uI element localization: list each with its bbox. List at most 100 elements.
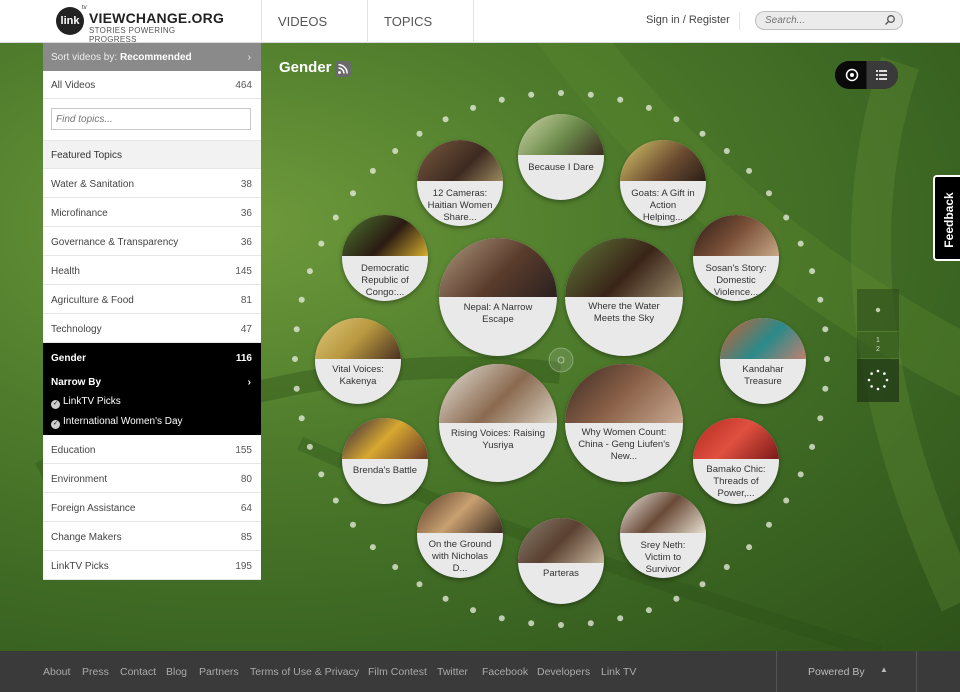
- account-links: Sign in / Register: [646, 14, 730, 26]
- video-thumbnail: [417, 492, 503, 534]
- video-title: Bamako Chic: Threads of Power,...: [706, 464, 766, 499]
- footer-link-about[interactable]: About: [43, 666, 70, 678]
- topic-label: LinkTV Picks: [51, 561, 109, 572]
- topic-count: 36: [240, 208, 252, 219]
- sort-selector[interactable]: Sort videos by: Recommended ›: [43, 43, 261, 71]
- narrow-by-label: Narrow By: [51, 377, 102, 388]
- all-videos-label: All Videos: [51, 80, 96, 91]
- powered-by-toggle[interactable]: Powered By ▲: [776, 651, 917, 692]
- footer-link-contact[interactable]: Contact: [120, 666, 156, 678]
- list-view-button[interactable]: [867, 61, 898, 89]
- video-bubble[interactable]: Democratic Republic of Congo:...: [342, 215, 428, 301]
- narrow-item[interactable]: ✓ International Women's Day: [51, 411, 253, 431]
- logo-name: VIEWCHANGE.ORG: [89, 10, 225, 26]
- video-thumbnail: [518, 114, 604, 156]
- topic-item[interactable]: Water & Sanitation 38: [43, 169, 261, 198]
- topic-count: 145: [235, 266, 252, 277]
- topic-item[interactable]: Health 145: [43, 256, 261, 285]
- chevron-right-icon: ›: [247, 377, 251, 388]
- next-page-button[interactable]: [857, 359, 899, 402]
- topic-label: Microfinance: [51, 208, 108, 219]
- topic-item[interactable]: Education 155: [43, 435, 261, 464]
- topic-item[interactable]: Technology 47: [43, 314, 261, 343]
- video-bubble[interactable]: On the Ground with Nicholas D...: [417, 492, 503, 578]
- circle-view-icon: [845, 68, 859, 82]
- sort-label: Sort videos by:: [51, 52, 118, 63]
- video-bubble[interactable]: Why Women Count: China - Geng Liufen's N…: [565, 364, 683, 482]
- checkbox-icon: ✓: [51, 420, 60, 429]
- video-bubble[interactable]: Rising Voices: Raising Yusriya: [439, 364, 557, 482]
- all-videos-row[interactable]: All Videos 464: [43, 71, 261, 99]
- footer-link-film-contest[interactable]: Film Contest: [368, 666, 427, 678]
- video-bubble[interactable]: Goats: A Gift in Action Helping...: [620, 140, 706, 226]
- topic-item[interactable]: Agriculture & Food 81: [43, 285, 261, 314]
- video-title: Rising Voices: Raising Yusriya: [450, 428, 545, 451]
- footer-link-facebook[interactable]: Facebook: [482, 666, 528, 678]
- video-bubble[interactable]: 12 Cameras: Haitian Women Share...: [417, 140, 503, 226]
- featured-topics-heading: Featured Topics: [43, 141, 261, 169]
- video-bubble[interactable]: Parteras: [518, 518, 604, 604]
- site-header: link tv VIEWCHANGE.ORG STORIES POWERING …: [0, 0, 960, 44]
- narrow-item-label: LinkTV Picks: [63, 396, 121, 407]
- topic-count: 155: [235, 445, 252, 456]
- topic-label: Water & Sanitation: [51, 179, 135, 190]
- nav-videos[interactable]: VIDEOS: [278, 14, 327, 29]
- topic-label: Education: [51, 445, 96, 456]
- footer-link-blog[interactable]: Blog: [166, 666, 187, 678]
- video-bubble[interactable]: Nepal: A Narrow Escape: [439, 238, 557, 356]
- topic-label: Environment: [51, 474, 108, 485]
- footer-link-press[interactable]: Press: [82, 666, 109, 678]
- topic-label: Gender: [51, 353, 87, 364]
- topic-count: 47: [240, 324, 252, 335]
- video-thumbnail: [620, 492, 706, 534]
- logo-tm: tv: [82, 5, 87, 11]
- nav-topics[interactable]: TOPICS: [384, 14, 432, 29]
- video-bubble[interactable]: Vital Voices: Kakenya: [315, 318, 401, 404]
- footer-link-twitter[interactable]: Twitter: [437, 666, 468, 678]
- video-bubble[interactable]: Srey Neth: Victim to Survivor: [620, 492, 706, 578]
- topic-count: 85: [240, 532, 252, 543]
- narrow-item[interactable]: ✓ LinkTV Picks: [51, 391, 253, 411]
- video-bubble[interactable]: Kandahar Treasure: [720, 318, 806, 404]
- circle-view-button[interactable]: [835, 61, 866, 89]
- topic-item[interactable]: Microfinance 36: [43, 198, 261, 227]
- feedback-tab[interactable]: Feedback: [933, 175, 960, 261]
- page-current: 1: [876, 337, 880, 344]
- footer-link-linktv[interactable]: Link TV: [601, 666, 636, 678]
- video-bubble[interactable]: Brenda's Battle: [342, 418, 428, 504]
- narrow-by-toggle[interactable]: Narrow By ›: [51, 375, 253, 391]
- rss-icon[interactable]: [335, 61, 351, 77]
- search-icon[interactable]: [884, 14, 896, 26]
- topic-item[interactable]: Foreign Assistance 64: [43, 493, 261, 522]
- video-thumbnail: [315, 318, 401, 360]
- topic-item-active[interactable]: Gender 116: [43, 343, 261, 372]
- page-dot-button[interactable]: [857, 289, 899, 331]
- footer-link-partners[interactable]: Partners: [199, 666, 239, 678]
- topic-count: 195: [235, 561, 252, 572]
- video-bubble[interactable]: Where the Water Meets the Sky: [565, 238, 683, 356]
- list-view-icon: [876, 70, 887, 80]
- topic-item[interactable]: Change Makers 85: [43, 522, 261, 551]
- topic-item[interactable]: Governance & Transparency 36: [43, 227, 261, 256]
- footer-link-terms[interactable]: Terms of Use & Privacy: [250, 666, 359, 678]
- narrow-item-label: International Women's Day: [63, 416, 183, 427]
- video-bubble[interactable]: Sosan's Story: Domestic Violence...: [693, 215, 779, 301]
- video-title: Because I Dare: [528, 162, 594, 173]
- video-title: Vital Voices: Kakenya: [332, 364, 384, 387]
- sign-in-link[interactable]: Sign in: [646, 14, 680, 26]
- video-title: On the Ground with Nicholas D...: [428, 539, 492, 574]
- topic-item[interactable]: Environment 80: [43, 464, 261, 493]
- page-navigator: 1 2: [857, 289, 899, 402]
- find-topics-input[interactable]: [51, 108, 251, 130]
- video-bubble[interactable]: Because I Dare: [518, 114, 604, 200]
- site-logo[interactable]: link tv VIEWCHANGE.ORG STORIES POWERING …: [56, 5, 224, 44]
- footer-link-developers[interactable]: Developers: [537, 666, 590, 678]
- sort-value: Recommended: [119, 52, 192, 63]
- narrow-by-panel: Narrow By › ✓ LinkTV Picks ✓ International…: [43, 372, 261, 435]
- video-title: 12 Cameras: Haitian Women Share...: [427, 188, 493, 223]
- topic-item[interactable]: LinkTV Picks 195: [43, 551, 261, 580]
- search-input[interactable]: [755, 11, 903, 30]
- logo-badge: link: [56, 7, 84, 35]
- register-link[interactable]: Register: [689, 14, 730, 26]
- powered-by-label: Powered By: [808, 666, 865, 678]
